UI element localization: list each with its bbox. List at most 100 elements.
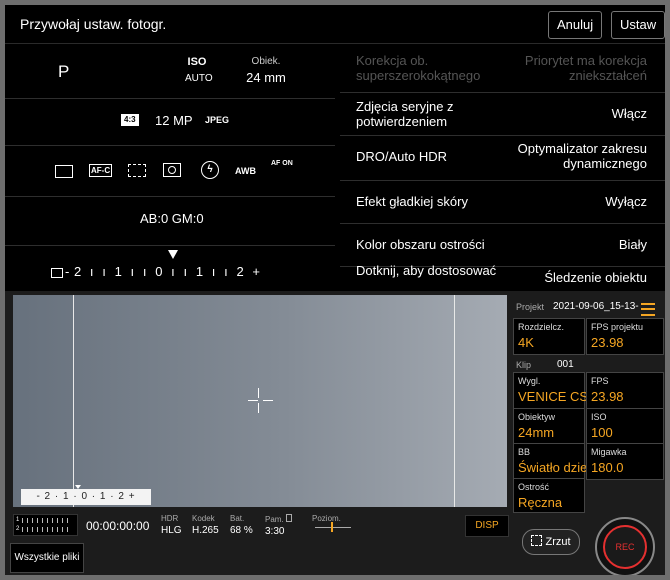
lens-value: 24 mm (246, 70, 286, 85)
cell-focus[interactable]: Ostrość Ręczna (513, 478, 585, 513)
iso-value: AUTO (185, 73, 213, 84)
level-label: Poziom. (312, 514, 341, 523)
image-format-row: 4:3 12 MP JPEG (5, 99, 335, 146)
ev-comp-icon (51, 268, 63, 278)
cell-value: 4K (518, 335, 534, 350)
mode-icons-row: AF-C ϟ AWB AF ON (5, 146, 335, 197)
cell-label: Obiektyw (518, 412, 556, 422)
setting-value: Włącz (611, 106, 647, 121)
cell-label: Migawka (591, 447, 627, 457)
lens-indicator: Obiek. 24 mm (241, 56, 291, 85)
settings-summary-panel: P ISO AUTO Obiek. 24 mm 4:3 12 MP JPEG A… (5, 44, 335, 290)
wb-shift-value: AB:0 GM:0 (140, 211, 204, 226)
setting-row-focus-frame-color[interactable]: Kolor obszaru ostrości Biały (340, 224, 665, 267)
setting-row-soft-skin[interactable]: Efekt gładkiej skóry Wyłącz (340, 181, 665, 224)
af-c-icon: AF-C (89, 164, 113, 177)
setting-row-touch-adjust[interactable]: Dotknij, aby dostosować Śledzenie obiekt… (340, 263, 665, 290)
cell-shutter[interactable]: Migawka 180.0 (586, 443, 664, 480)
app-window: Przywołaj ustaw. fotogr. Anuluj Ustaw P … (5, 5, 665, 575)
set-button[interactable]: Ustaw (611, 11, 665, 39)
level-gauge (315, 527, 351, 528)
level-marker (331, 522, 333, 532)
cell-label: FPS (591, 376, 609, 386)
battery-indicator: Bat. 68 % (230, 514, 253, 536)
setting-label: Kolor obszaru ostrości (356, 237, 485, 252)
menu-icon[interactable] (641, 303, 655, 316)
cell-label: FPS projektu (591, 322, 644, 332)
megapixels: 12 MP (155, 113, 193, 128)
setting-row-burst-confirm[interactable]: Zdjęcia seryjne z potwierdzeniem Włącz (340, 93, 665, 136)
settings-list: Korekcja ob. superszerokokątnego Prioryt… (340, 44, 665, 290)
cell-project-fps[interactable]: FPS projektu 23.98 (586, 318, 664, 355)
frame-guide-left (73, 295, 74, 507)
metering-icon (163, 163, 181, 177)
battery-label: Bat. (230, 514, 245, 523)
setting-row-lens-correction: Korekcja ob. superszerokokątnego Prioryt… (340, 44, 665, 93)
all-files-button[interactable]: Wszystkie pliki (10, 543, 84, 573)
cell-value: VENICE CS (518, 389, 589, 404)
setting-value: Śledzenie obiektu (544, 270, 647, 285)
setting-label: Zdjęcia seryjne z potwierdzeniem (356, 99, 454, 129)
dialog-title: Przywołaj ustaw. fotogr. (20, 16, 167, 32)
cell-value: Ręczna (518, 495, 563, 510)
cinema-camera-ui: - 2 · 1 · 0 · 1 · 2 + Projekt 2021-09-06… (5, 291, 665, 575)
storage-icon (285, 514, 292, 522)
clip-label: Klip (516, 360, 532, 370)
setting-label: Korekcja ob. superszerokokątnego (356, 53, 481, 83)
exposure-row: P ISO AUTO Obiek. 24 mm (5, 44, 335, 99)
lens-label: Obiek. (251, 56, 281, 67)
cell-value: Światło dzie (518, 460, 588, 475)
cancel-button[interactable]: Anuluj (548, 11, 603, 39)
audio-level-meter: 1 2 (13, 514, 78, 536)
focus-area-icon (128, 164, 146, 177)
cell-fps[interactable]: FPS 23.98 (586, 372, 664, 409)
cell-lens[interactable]: Obiektyw 24mm (513, 408, 585, 445)
ev-scale: - 2 ı ı 1 ı ı 0 ı ı 1 ı ı 2 + (65, 264, 261, 279)
storage-value: 3:30 (265, 526, 285, 537)
setting-label: Efekt gładkiej skóry (356, 194, 468, 209)
disp-button[interactable]: DISP (465, 515, 509, 537)
storage-indicator: Pam. 3:30 (265, 514, 292, 537)
codec-label: Kodek (192, 514, 215, 523)
cell-resolution[interactable]: Rozdzielcz. 4K (513, 318, 585, 355)
viewfinder[interactable]: - 2 · 1 · 0 · 1 · 2 + (13, 295, 507, 507)
record-button[interactable]: REC (595, 517, 655, 575)
frame-guide-right (454, 295, 455, 507)
clip-value: 001 (557, 359, 574, 370)
frame-icon (55, 165, 73, 178)
cell-look[interactable]: Wygl. VENICE CS (513, 372, 589, 409)
project-row: Projekt 2021-09-06_15-13- (513, 298, 665, 318)
setting-label: Dotknij, aby dostosować (356, 263, 497, 278)
cell-label: Rozdzielcz. (518, 322, 565, 332)
setting-value: Priorytet ma korekcja zniekształceń (524, 53, 647, 83)
aspect-ratio-badge: 4:3 (121, 114, 139, 126)
cell-iso[interactable]: ISO 100 (586, 408, 664, 445)
snapshot-label: Zrzut (545, 536, 571, 548)
cell-value: 100 (591, 425, 613, 440)
cell-white-balance[interactable]: BB Światło dzie (513, 443, 588, 480)
codec-value: H.265 (192, 525, 219, 536)
awb-icon: AWB (235, 166, 256, 176)
file-format: JPEG (205, 115, 230, 125)
iso-indicator: ISO AUTO (185, 56, 213, 84)
cell-value: 180.0 (591, 460, 624, 475)
hdr-label: HDR (161, 514, 179, 523)
record-label: REC (603, 525, 647, 569)
snapshot-icon (531, 535, 543, 546)
white-balance-shift-row: AB:0 GM:0 (5, 197, 335, 246)
cell-label: Wygl. (518, 376, 541, 386)
cell-value: 24mm (518, 425, 555, 440)
setting-value: Wyłącz (605, 194, 647, 209)
setting-row-dro-hdr[interactable]: DRO/Auto HDR Optymalizator zakresu dynam… (340, 136, 665, 181)
codec-indicator: Kodek H.265 (192, 514, 219, 536)
project-label: Projekt (516, 302, 545, 312)
hdr-indicator: HDR HLG (161, 514, 182, 536)
storage-label: Pam. (265, 515, 284, 524)
exposure-level-scale: - 2 · 1 · 0 · 1 · 2 + (21, 489, 151, 505)
snapshot-button[interactable]: Zrzut (522, 529, 580, 555)
recording-info-panel: Projekt 2021-09-06_15-13- Rozdzielcz. 4K… (513, 295, 665, 513)
cell-value: 23.98 (591, 335, 624, 350)
setting-label: DRO/Auto HDR (356, 149, 448, 164)
iso-label: ISO (187, 56, 207, 68)
project-value: 2021-09-06_15-13- (553, 301, 639, 312)
